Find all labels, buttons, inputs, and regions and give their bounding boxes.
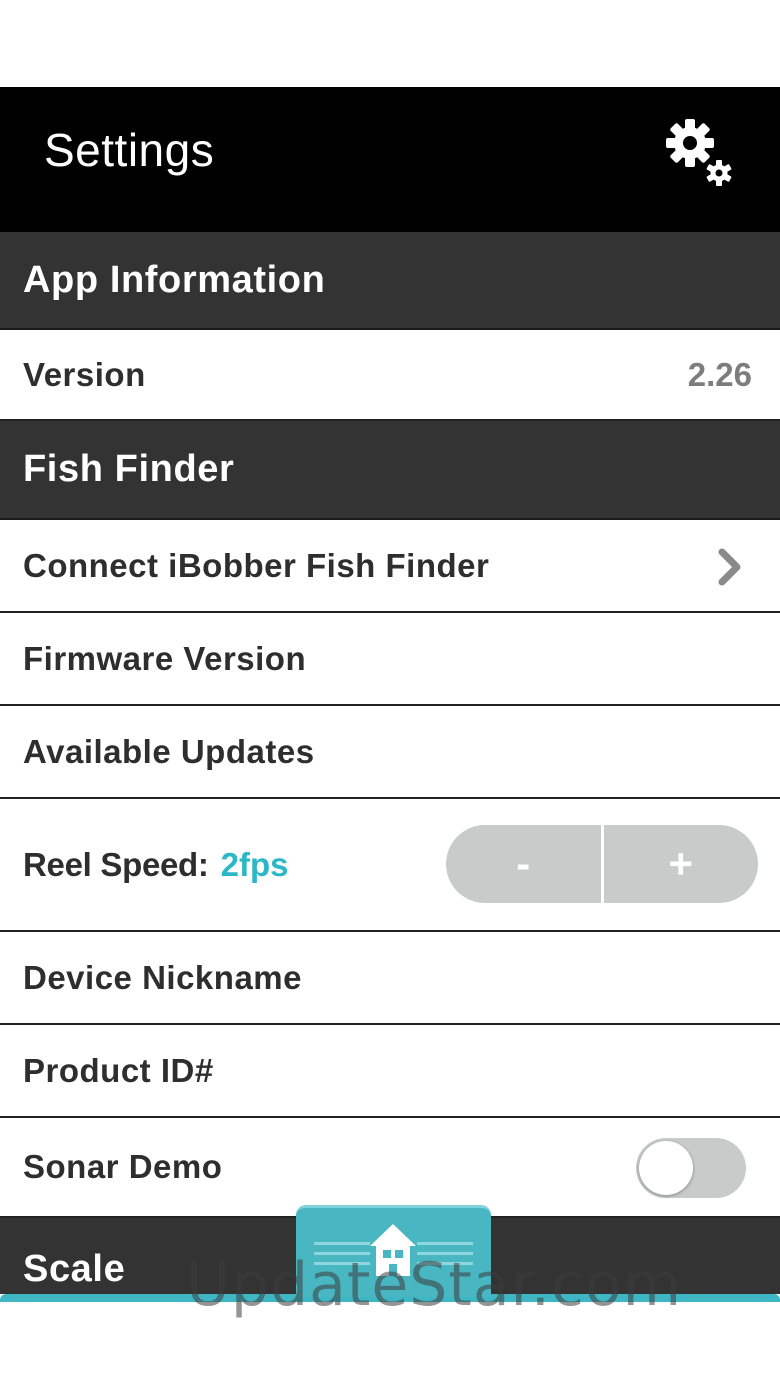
section-title: Fish Finder — [23, 448, 235, 490]
row-product-id[interactable]: Product ID# — [0, 1025, 780, 1118]
chevron-right-icon — [718, 548, 741, 586]
row-sonar-demo: Sonar Demo — [0, 1118, 780, 1218]
section-title: Scale — [23, 1248, 126, 1290]
version-label: Version — [23, 355, 146, 393]
product-id-label: Product ID# — [23, 1051, 214, 1089]
section-fish-finder: Fish Finder — [0, 421, 780, 520]
row-reel-speed: Reel Speed: 2fps - + — [0, 799, 780, 932]
nickname-label: Device Nickname — [23, 958, 302, 996]
reel-speed-value: 2fps — [220, 845, 289, 883]
version-value: 2.26 — [687, 355, 752, 393]
row-version: Version 2.26 — [0, 330, 780, 421]
row-device-nickname[interactable]: Device Nickname — [0, 932, 780, 1025]
increment-button[interactable]: + — [604, 825, 759, 903]
decrement-button[interactable]: - — [446, 825, 601, 903]
sonar-demo-toggle[interactable] — [636, 1138, 746, 1198]
reel-speed-stepper: - + — [446, 825, 758, 903]
watermark-text: UpdateStar.com — [186, 1250, 683, 1320]
sonar-demo-label: Sonar Demo — [23, 1148, 223, 1185]
gear-icon[interactable] — [664, 116, 736, 190]
row-firmware-version[interactable]: Firmware Version — [0, 613, 780, 706]
row-connect-fish-finder[interactable]: Connect iBobber Fish Finder — [0, 520, 780, 613]
page-title: Settings — [44, 124, 215, 176]
section-app-information: App Information — [0, 232, 780, 330]
toggle-knob — [639, 1141, 693, 1195]
app-header: Settings — [0, 87, 780, 232]
updates-label: Available Updates — [23, 732, 315, 770]
reel-speed-label: Reel Speed: — [23, 845, 209, 883]
firmware-label: Firmware Version — [23, 639, 307, 677]
status-area — [0, 0, 780, 87]
section-title: App Information — [23, 258, 326, 301]
connect-label: Connect iBobber Fish Finder — [23, 546, 490, 584]
row-available-updates[interactable]: Available Updates — [0, 706, 780, 799]
